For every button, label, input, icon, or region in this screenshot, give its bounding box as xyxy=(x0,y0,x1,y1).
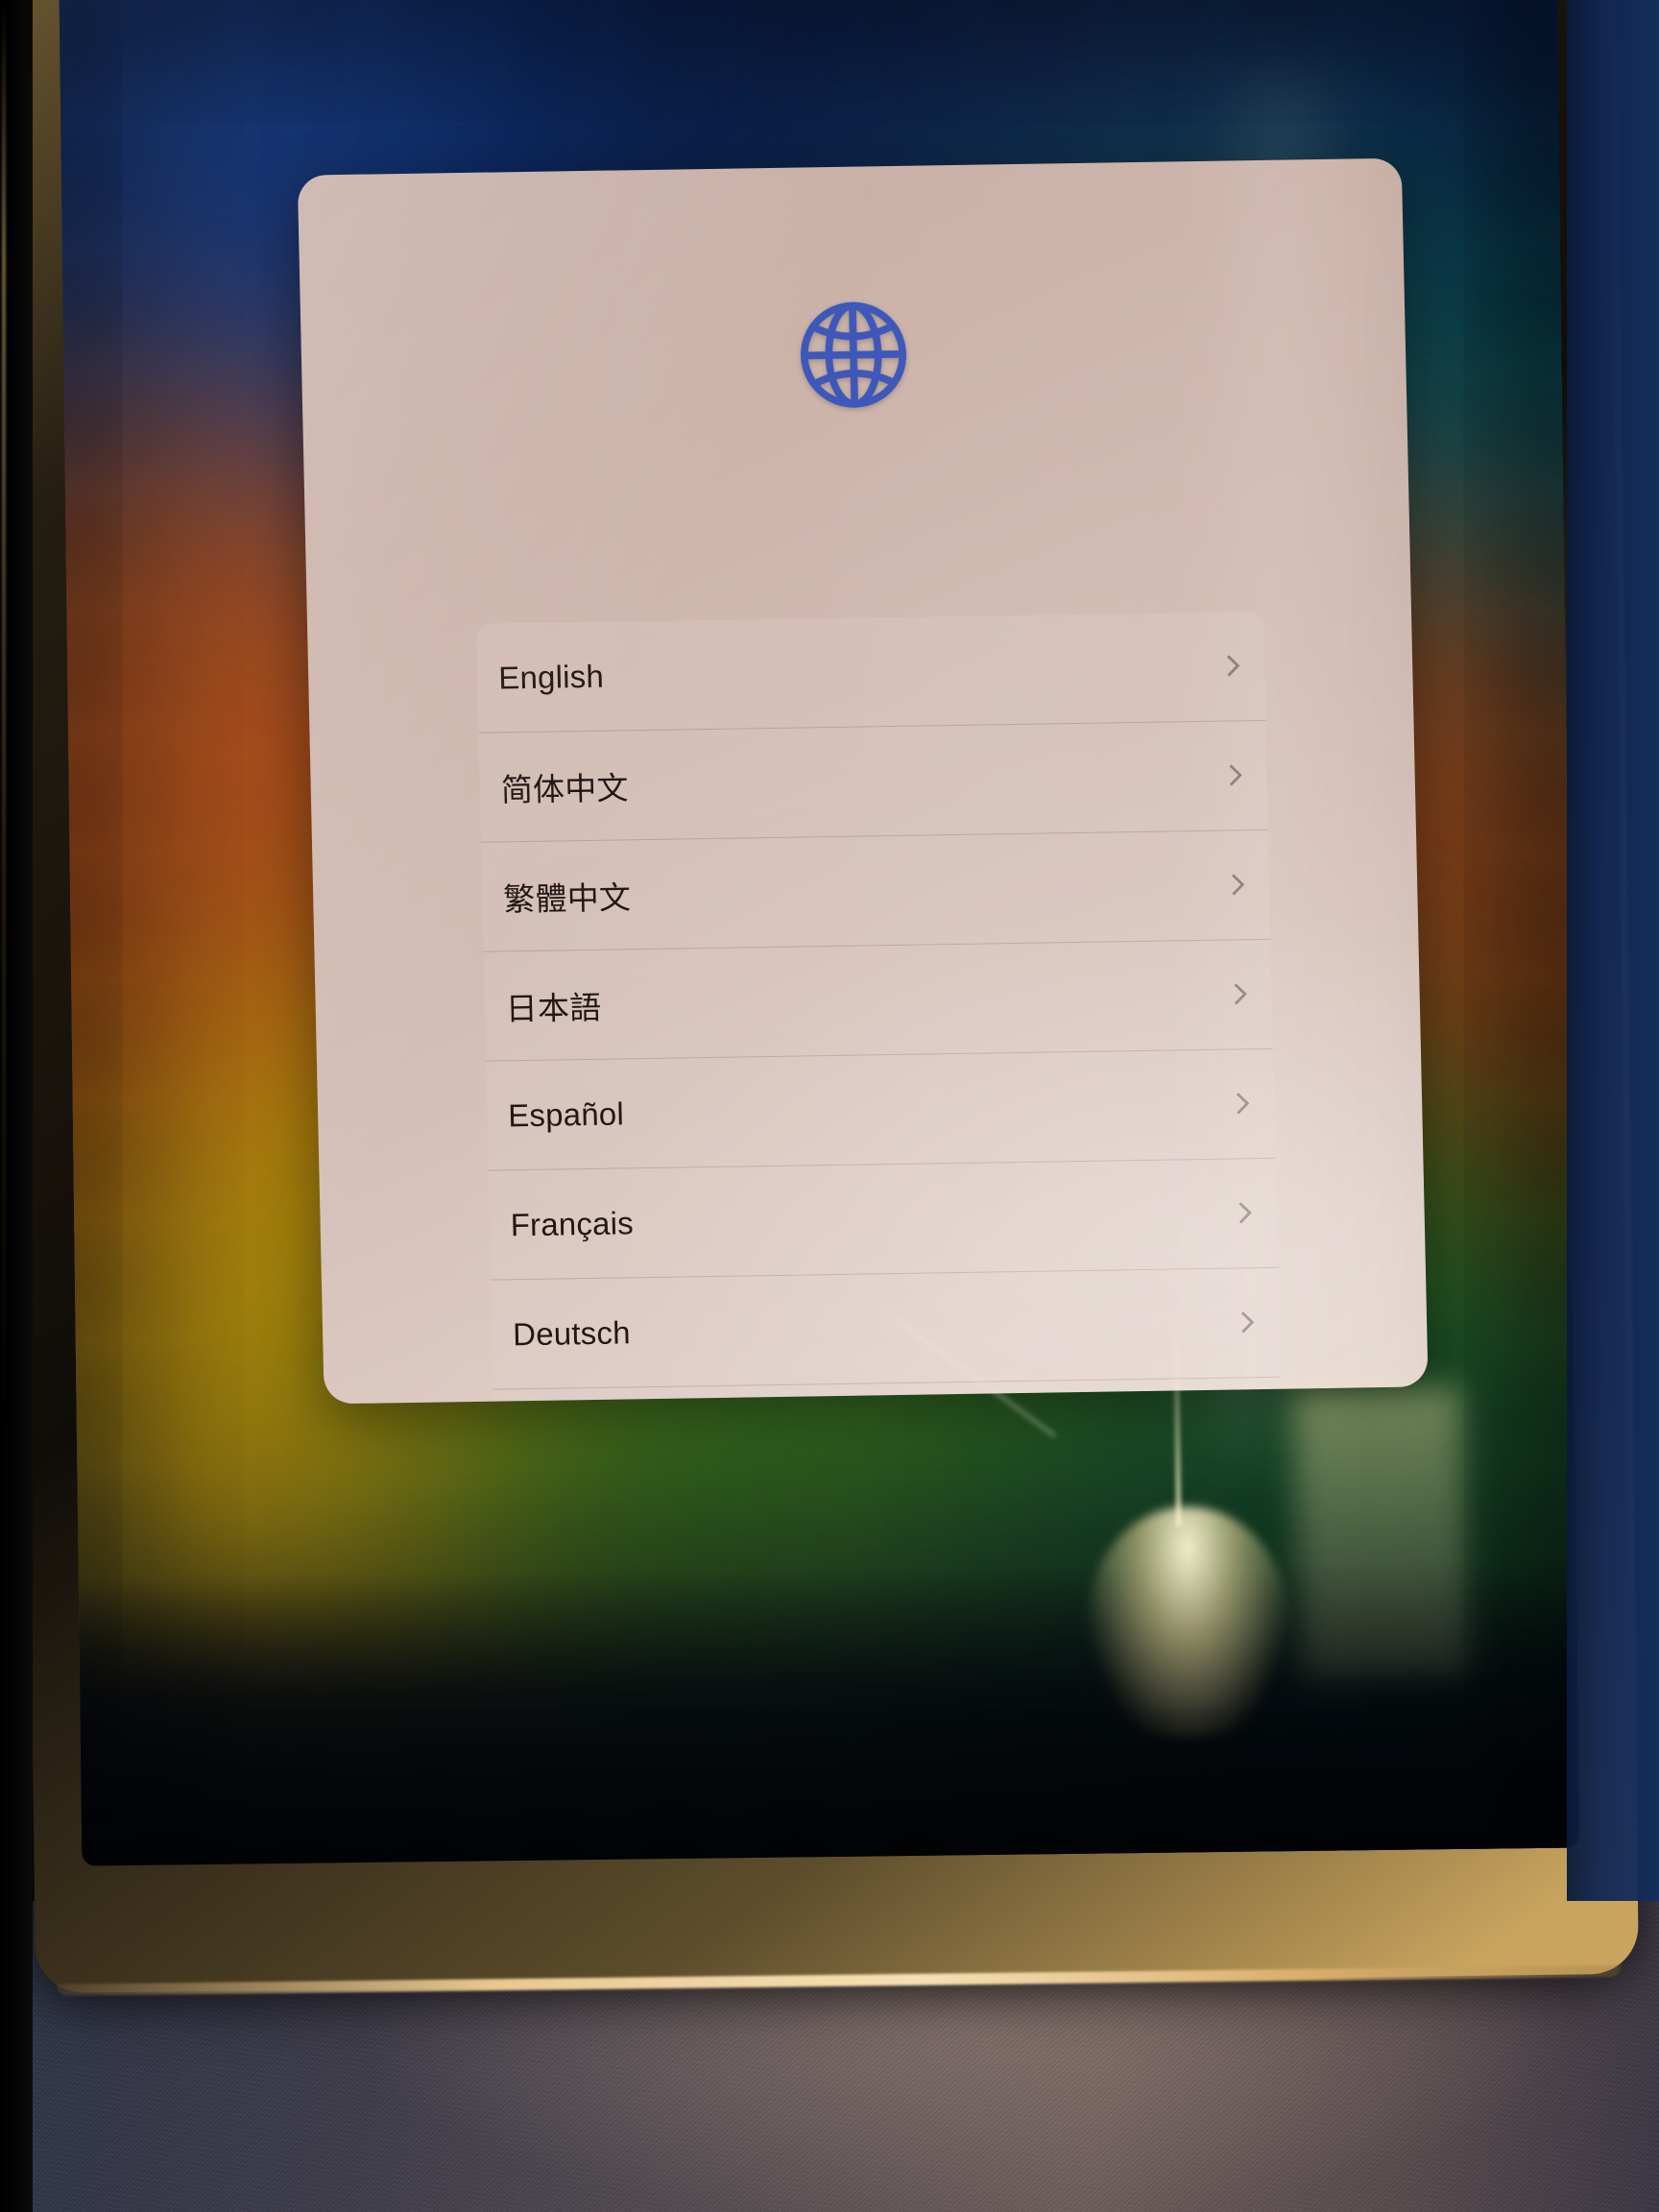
language-row-spanish[interactable]: Español xyxy=(485,1048,1276,1171)
chevron-right-icon xyxy=(1223,982,1249,1007)
tablet-screen: English 简体中文 繁體中文 日本語 Español Français D… xyxy=(59,0,1580,1866)
language-row-japanese[interactable]: 日本語 xyxy=(483,939,1273,1062)
language-row-traditional-chinese[interactable]: 繁體中文 xyxy=(481,830,1271,952)
left-rim-highlight xyxy=(2,0,6,1440)
language-label: English xyxy=(497,658,605,695)
language-row-english[interactable]: English xyxy=(476,611,1266,733)
chevron-right-icon xyxy=(1231,1310,1257,1335)
language-label: 简体中文 xyxy=(500,769,630,807)
chevron-right-icon xyxy=(1226,1092,1252,1117)
language-list[interactable]: English 简体中文 繁體中文 日本語 Español Français D… xyxy=(476,611,1283,1405)
tablet-device: English 简体中文 繁體中文 日本語 Español Français D… xyxy=(11,0,1640,1996)
language-selection-card: English 简体中文 繁體中文 日本語 Español Français D… xyxy=(297,157,1429,1405)
chevron-right-icon xyxy=(1221,873,1247,898)
language-row-french[interactable]: Français xyxy=(488,1158,1278,1281)
language-label: 繁體中文 xyxy=(502,878,632,917)
right-background-strip xyxy=(1567,0,1659,1901)
chevron-right-icon xyxy=(1216,654,1242,679)
chevron-right-icon xyxy=(1228,1201,1254,1226)
language-label: 日本語 xyxy=(505,989,602,1026)
chevron-right-icon xyxy=(1218,763,1244,788)
language-label: Español xyxy=(507,1094,625,1133)
language-row-simplified-chinese[interactable]: 简体中文 xyxy=(478,720,1268,843)
language-label: Deutsch xyxy=(512,1313,632,1352)
language-label: Français xyxy=(510,1204,635,1242)
globe-icon xyxy=(800,301,907,408)
language-row-german[interactable]: Deutsch xyxy=(490,1267,1281,1390)
photograph-of-tablet: English 简体中文 繁體中文 日本語 Español Français D… xyxy=(0,0,1659,2212)
globe-icon-container xyxy=(301,285,1407,425)
